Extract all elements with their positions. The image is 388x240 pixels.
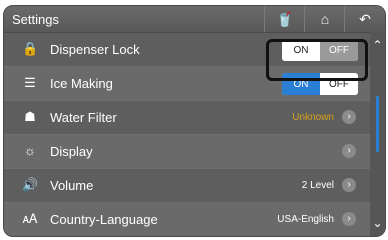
chevron-down-icon[interactable]: ⌄ <box>370 216 385 230</box>
sun-icon: ☼ <box>24 143 36 158</box>
back-arrow-icon: ↶ <box>359 10 371 27</box>
settings-panel: Settings 🥤 ⌂ ↶ 🔒 Dispenser Lock ON OFF ☰… <box>3 5 386 237</box>
chevron-right-icon[interactable]: › <box>342 144 356 158</box>
chevron-right-icon[interactable]: › <box>342 178 356 192</box>
speaker-icon: 🔊 <box>22 177 39 192</box>
chevron-right-icon[interactable]: › <box>342 110 356 124</box>
filter-cup-button[interactable]: 🥤 <box>264 6 305 32</box>
setting-label: Water Filter <box>50 110 117 125</box>
setting-value: USA-English <box>277 214 334 225</box>
setting-label: Dispenser Lock <box>50 42 140 57</box>
scroll-thumb[interactable] <box>376 96 379 152</box>
ice-cup-icon: ☰ <box>24 75 36 90</box>
chevron-right-icon[interactable]: › <box>342 212 356 226</box>
language-icon: 🗚 <box>22 211 38 226</box>
water-filter-icon: ☗ <box>24 109 36 124</box>
setting-row-volume[interactable]: 🔊 Volume 2 Level › <box>4 169 370 203</box>
dispenser-lock-highlight-frame <box>266 39 368 81</box>
setting-value: 2 Level <box>301 180 334 191</box>
setting-row-water-filter[interactable]: ☗ Water Filter Unknown › <box>4 101 370 135</box>
back-button[interactable]: ↶ <box>344 6 385 32</box>
home-icon: ⌂ <box>320 11 330 27</box>
setting-label: Volume <box>50 178 94 193</box>
setting-row-country-language[interactable]: 🗚 Country-Language USA-English › <box>4 203 370 236</box>
lock-icon: 🔒 <box>22 41 39 56</box>
home-button[interactable]: ⌂ <box>304 6 345 32</box>
header-bar: Settings 🥤 ⌂ ↶ <box>4 6 385 33</box>
setting-label: Country-Language <box>50 212 158 227</box>
chevron-up-icon[interactable]: ⌃ <box>370 38 385 52</box>
page-title: Settings <box>12 12 59 27</box>
scrollbar[interactable]: ⌃ ⌄ <box>370 32 385 236</box>
filter-cup-icon: 🥤 <box>276 10 294 27</box>
setting-label: Display <box>50 144 93 159</box>
setting-value: Unknown <box>292 112 334 123</box>
setting-label: Ice Making <box>50 76 113 91</box>
setting-row-display[interactable]: ☼ Display › <box>4 135 370 169</box>
